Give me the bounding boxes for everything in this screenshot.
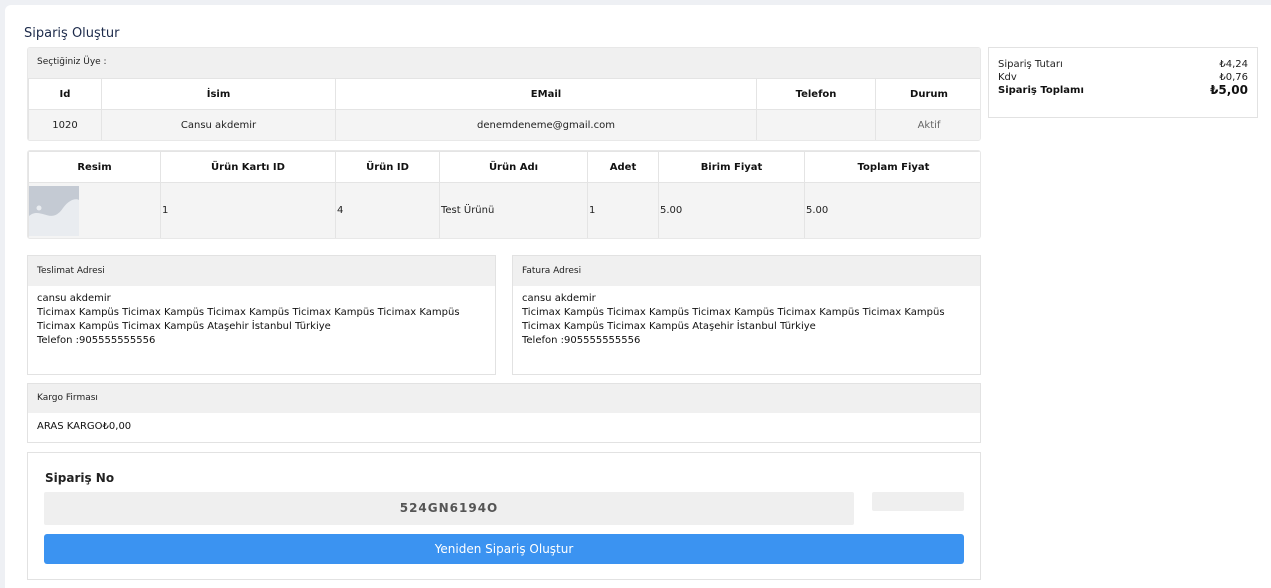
image-placeholder-icon <box>29 185 79 236</box>
column-header-email: EMail <box>335 78 757 110</box>
order-number-label: Sipariş No <box>45 471 115 485</box>
order-number-card: Sipariş No 524GN6194O Yeniden Sipariş Ol… <box>27 452 981 580</box>
summary-total-row: Sipariş Toplamı ₺5,00 <box>998 84 1248 97</box>
product-image-cell <box>28 182 161 238</box>
billing-address-card: Fatura Adresi cansu akdemir Ticimax Kamp… <box>512 255 981 375</box>
billing-address-header: Fatura Adresi <box>513 256 980 286</box>
billing-name: cansu akdemir <box>522 293 596 304</box>
column-header-name: İsim <box>101 78 336 110</box>
billing-address-line1: Ticimax Kampüs Ticimax Kampüs Ticimax Ka… <box>522 307 945 318</box>
member-phone <box>756 109 876 140</box>
shipping-address-header: Teslimat Adresi <box>28 256 495 286</box>
member-email: denemdeneme@gmail.com <box>335 109 757 140</box>
product-name: Test Ürünü <box>439 182 588 238</box>
shipping-phone: Telefon :905555555556 <box>37 335 156 346</box>
shipping-address-card: Teslimat Adresi cansu akdemir Ticimax Ka… <box>27 255 496 375</box>
product-id: 4 <box>335 182 440 238</box>
summary-tax-label: Kdv <box>998 72 1017 83</box>
column-header-card-id: Ürün Kartı ID <box>160 151 336 183</box>
column-header-status: Durum <box>875 78 980 110</box>
shipping-name: cansu akdemir <box>37 293 111 304</box>
member-table: Id İsim EMail Telefon Durum 1020 Cansu a… <box>28 78 980 140</box>
member-status: Aktif <box>875 109 980 140</box>
cargo-card: Kargo Firması ARAS KARGO₺0,00 <box>27 383 981 443</box>
member-id: 1020 <box>28 109 102 140</box>
member-row: 1020 Cansu akdemir denemdeneme@gmail.com… <box>28 109 980 140</box>
product-unit-price: 5.00 <box>658 182 805 238</box>
summary-subtotal-row: Sipariş Tutarı ₺4,24 <box>998 58 1248 71</box>
column-header-product-id: Ürün ID <box>335 151 440 183</box>
products-card: Resim Ürün Kartı ID Ürün ID Ürün Adı Ade… <box>27 150 981 239</box>
column-header-image: Resim <box>28 151 161 183</box>
product-placeholder-image <box>29 185 79 236</box>
shipping-address-line1: Ticimax Kampüs Ticimax Kampüs Ticimax Ka… <box>37 307 460 318</box>
shipping-address-line2: Ticimax Kampüs Ticimax Kampüs Ataşehir İ… <box>37 321 331 332</box>
order-number-field[interactable]: 524GN6194O <box>44 492 854 525</box>
cargo-header: Kargo Firması <box>28 384 980 413</box>
summary-subtotal-value: ₺4,24 <box>1219 59 1248 70</box>
summary-total-label: Sipariş Toplamı <box>998 85 1084 96</box>
billing-phone: Telefon :905555555556 <box>522 335 641 346</box>
column-header-product-name: Ürün Adı <box>439 151 588 183</box>
column-header-phone: Telefon <box>756 78 876 110</box>
column-header-quantity: Adet <box>587 151 659 183</box>
column-header-total-price: Toplam Fiyat <box>804 151 980 183</box>
billing-address-body: cansu akdemir Ticimax Kampüs Ticimax Kam… <box>513 286 980 354</box>
member-header: Seçtiğiniz Üye : <box>28 48 980 78</box>
column-header-unit-price: Birim Fiyat <box>658 151 805 183</box>
order-summary-card: Sipariş Tutarı ₺4,24 Kdv ₺0,76 Sipariş T… <box>988 47 1258 118</box>
column-header-id: Id <box>28 78 102 110</box>
table-row: 1 4 Test Ürünü 1 5.00 5.00 <box>28 182 980 238</box>
products-table: Resim Ürün Kartı ID Ürün ID Ürün Adı Ade… <box>28 151 980 238</box>
order-create-page: Sipariş Oluştur Seçtiğiniz Üye : Id İsim… <box>5 5 1271 588</box>
shipping-address-body: cansu akdemir Ticimax Kampüs Ticimax Kam… <box>28 286 495 354</box>
reorder-button[interactable]: Yeniden Sipariş Oluştur <box>44 534 964 564</box>
member-name: Cansu akdemir <box>101 109 336 140</box>
billing-address-line2: Ticimax Kampüs Ticimax Kampüs Ataşehir İ… <box>522 321 816 332</box>
order-number-side-field[interactable] <box>872 492 964 511</box>
product-card-id: 1 <box>160 182 336 238</box>
summary-total-value: ₺5,00 <box>1210 83 1248 97</box>
cargo-value: ARAS KARGO₺0,00 <box>37 421 132 432</box>
page-title: Sipariş Oluştur <box>24 26 120 41</box>
selected-member-card: Seçtiğiniz Üye : Id İsim EMail Telefon D… <box>27 47 981 141</box>
summary-subtotal-label: Sipariş Tutarı <box>998 59 1063 70</box>
product-total-price: 5.00 <box>804 182 980 238</box>
product-quantity: 1 <box>587 182 659 238</box>
